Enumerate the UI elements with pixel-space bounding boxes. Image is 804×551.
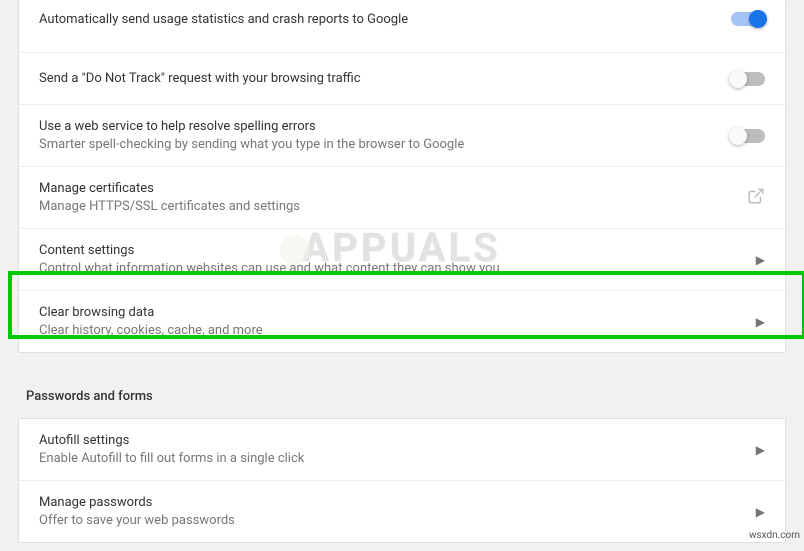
privacy-section-panel: Automatically send usage statistics and … [18,0,786,353]
toggle-spelling-service[interactable] [731,129,765,143]
item-text: Clear browsing data Clear history, cooki… [39,305,746,338]
item-text: Use a web service to help resolve spelli… [39,119,731,152]
item-title: Autofill settings [39,433,746,448]
item-title: Manage certificates [39,181,737,196]
item-text: Manage passwords Offer to save your web … [39,495,746,528]
setting-manage-passwords[interactable]: Manage passwords Offer to save your web … [19,480,785,542]
item-text: Autofill settings Enable Autofill to fil… [39,433,746,466]
setting-content-settings[interactable]: Content settings Control what informatio… [19,228,785,290]
footer-attribution: wsxdn.com [749,530,800,541]
item-title: Send a "Do Not Track" request with your … [39,71,731,86]
setting-clear-browsing-data[interactable]: Clear browsing data Clear history, cooki… [19,290,785,352]
item-subtitle: Manage HTTPS/SSL certificates and settin… [39,199,737,214]
item-title: Clear browsing data [39,305,746,320]
item-title: Automatically send usage statistics and … [39,12,731,27]
item-subtitle: Control what information websites can us… [39,261,746,276]
item-text: Automatically send usage statistics and … [39,12,731,27]
item-subtitle: Clear history, cookies, cache, and more [39,323,746,338]
setting-spelling-service[interactable]: Use a web service to help resolve spelli… [19,104,785,166]
passwords-forms-heading: Passwords and forms [0,369,804,418]
external-link-icon [747,187,765,209]
toggle-usage-statistics[interactable] [731,12,765,26]
item-title: Content settings [39,243,746,258]
item-subtitle: Smarter spell-checking by sending what y… [39,137,731,152]
item-text: Send a "Do Not Track" request with your … [39,71,731,86]
item-subtitle: Offer to save your web passwords [39,513,746,528]
passwords-section-panel: Autofill settings Enable Autofill to fil… [18,418,786,543]
setting-autofill[interactable]: Autofill settings Enable Autofill to fil… [19,419,785,480]
chevron-right-icon: ▶ [756,443,765,457]
toggle-do-not-track[interactable] [731,72,765,86]
setting-manage-certificates[interactable]: Manage certificates Manage HTTPS/SSL cer… [19,166,785,228]
item-text: Content settings Control what informatio… [39,243,746,276]
item-title: Use a web service to help resolve spelli… [39,119,731,134]
chevron-right-icon: ▶ [756,253,765,267]
item-subtitle: Enable Autofill to fill out forms in a s… [39,451,746,466]
chevron-right-icon: ▶ [756,505,765,519]
chevron-right-icon: ▶ [756,315,765,329]
setting-usage-statistics[interactable]: Automatically send usage statistics and … [19,0,785,52]
item-title: Manage passwords [39,495,746,510]
setting-do-not-track[interactable]: Send a "Do Not Track" request with your … [19,52,785,104]
item-text: Manage certificates Manage HTTPS/SSL cer… [39,181,737,214]
